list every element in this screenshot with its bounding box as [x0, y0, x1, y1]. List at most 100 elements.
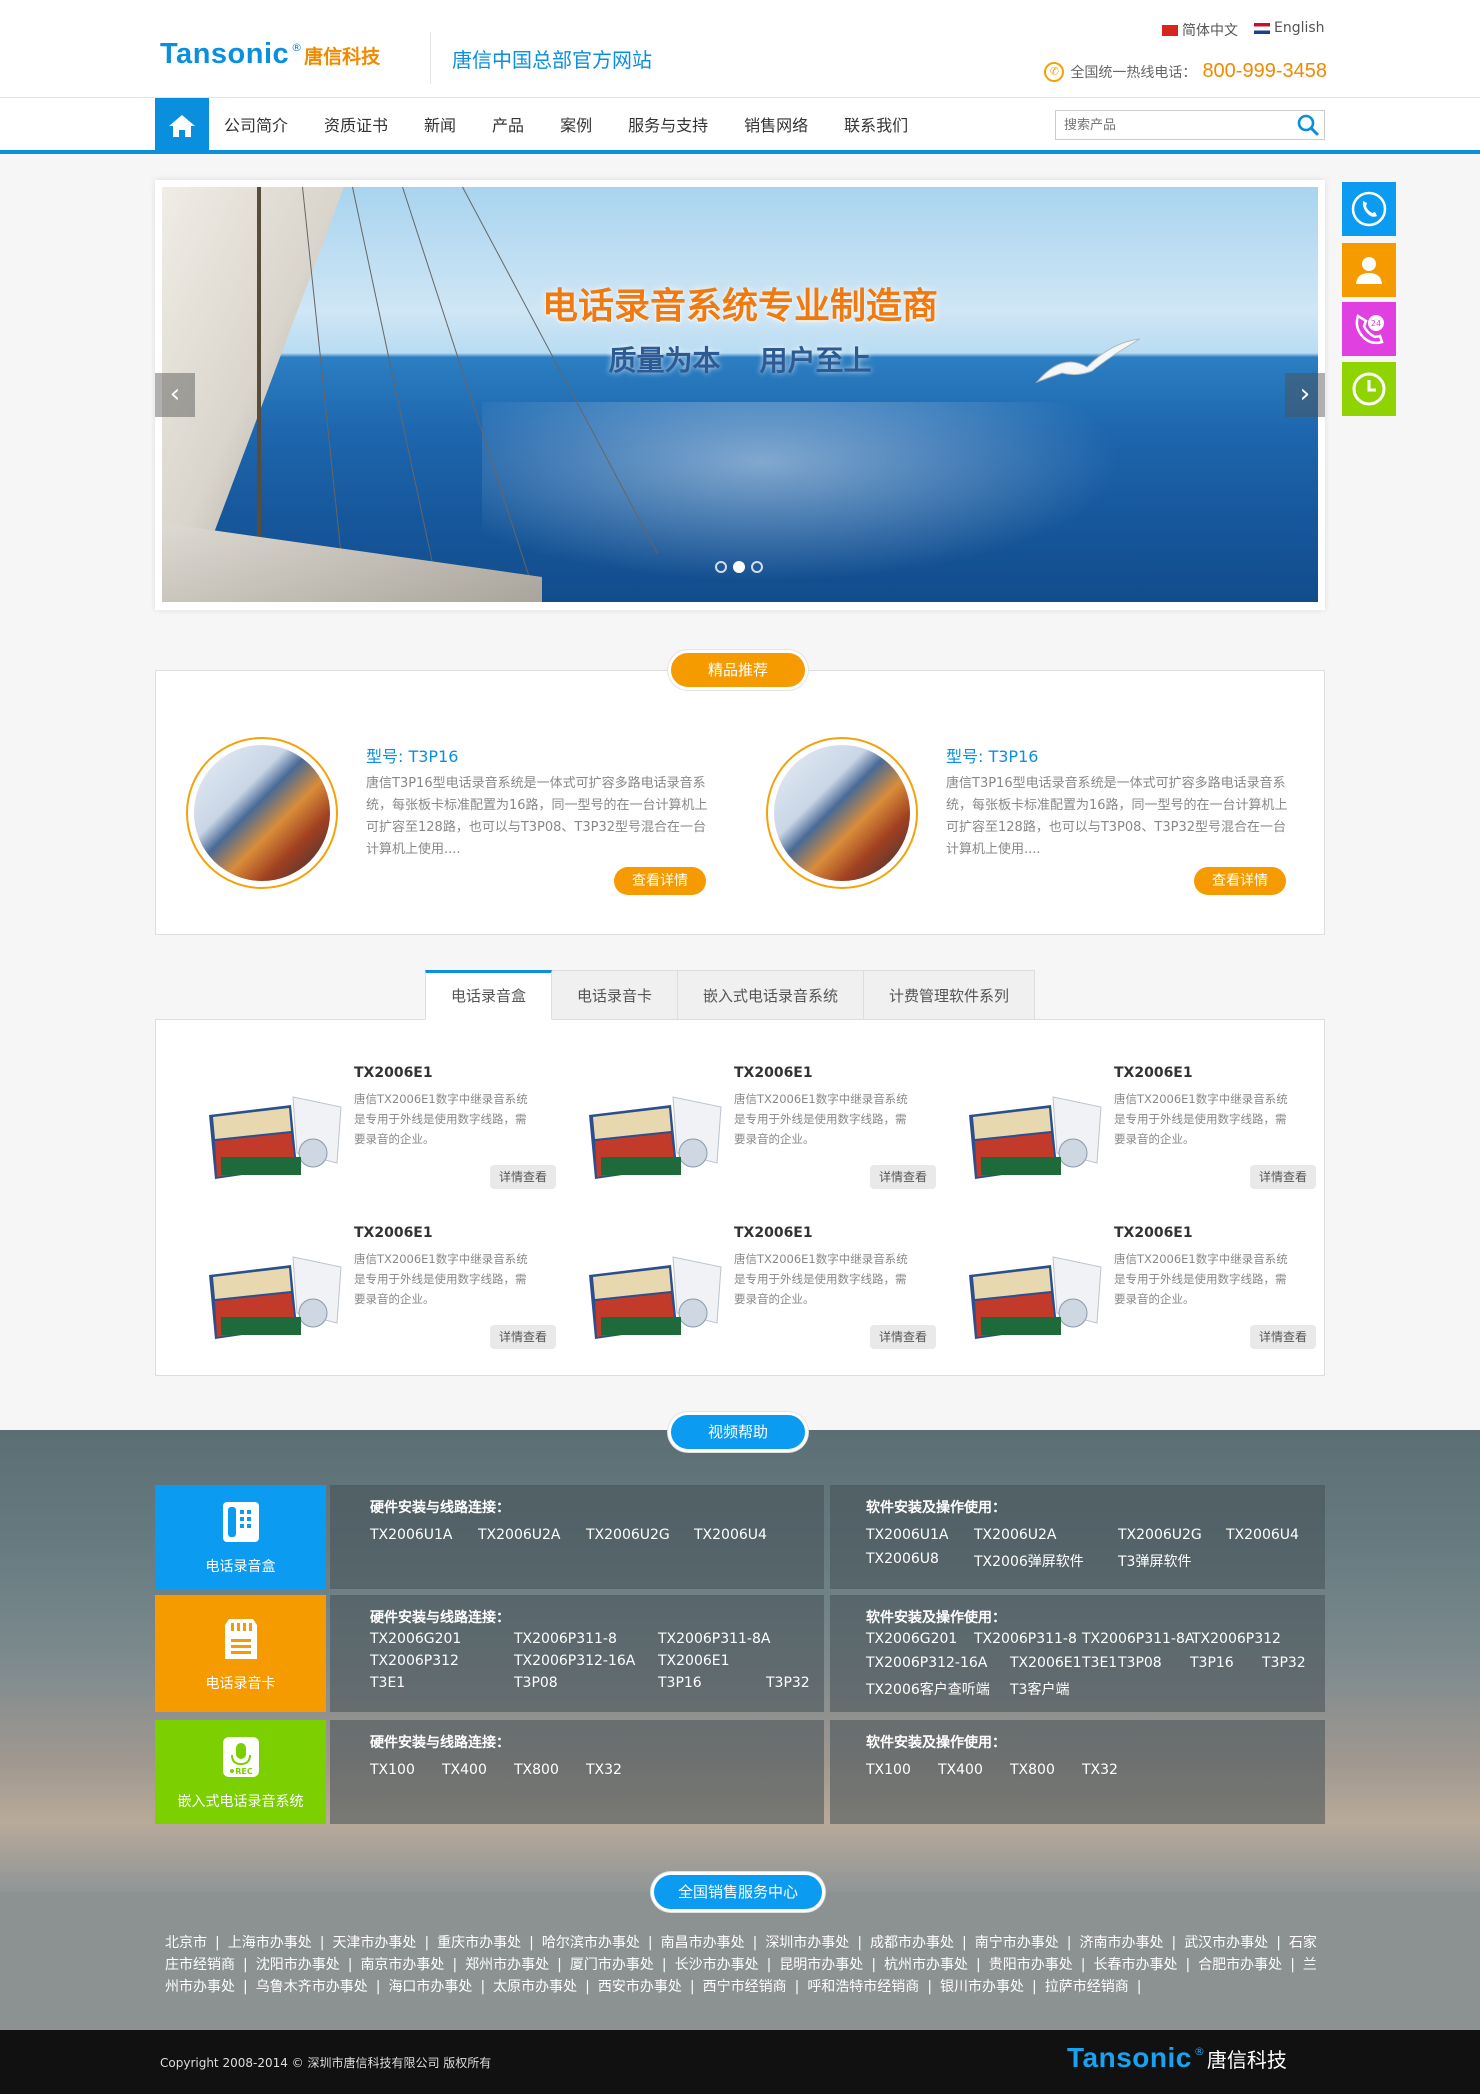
sales-office-link[interactable]: 南宁市办事处	[975, 1935, 1059, 1951]
product-box-image[interactable]	[581, 1247, 731, 1347]
nav-item[interactable]: 新闻	[406, 98, 474, 154]
video-link[interactable]: TX2006E1	[1010, 1655, 1082, 1671]
tab-phone-card[interactable]: 电话录音卡	[552, 970, 679, 1020]
nav-item[interactable]: 产品	[474, 98, 542, 154]
sales-office-link[interactable]: 济南市办事处	[1079, 1935, 1163, 1951]
product-title[interactable]: TX2006E1	[1114, 1065, 1193, 1081]
video-link[interactable]: TX2006U2G	[586, 1527, 670, 1543]
video-link[interactable]: TX400	[442, 1762, 487, 1778]
video-link[interactable]: T3P32	[766, 1675, 810, 1691]
video-link[interactable]: T3P08	[1118, 1655, 1162, 1671]
carousel-dot-active[interactable]	[733, 561, 745, 573]
sales-office-link[interactable]: 长春市办事处	[1093, 1957, 1177, 1973]
tab-embedded-system[interactable]: 嵌入式电话录音系统	[678, 970, 865, 1020]
video-link[interactable]: TX2006P311-8A	[1082, 1631, 1194, 1647]
product-title[interactable]: TX2006E1	[734, 1065, 813, 1081]
video-link[interactable]: TX2006U2A	[974, 1527, 1057, 1543]
video-link[interactable]: TX2006U4	[694, 1527, 767, 1543]
float-24h-button[interactable]: 24	[1342, 302, 1396, 356]
carousel-dot[interactable]	[715, 561, 727, 573]
product-box-image[interactable]	[581, 1087, 731, 1187]
footer-logo[interactable]: Tansonic ® 唐信科技	[1067, 2042, 1287, 2074]
product-box-image[interactable]	[201, 1087, 351, 1187]
video-link[interactable]: TX2006弹屏软件	[974, 1551, 1084, 1571]
product-detail-button[interactable]: 详情查看	[870, 1325, 936, 1349]
sales-office-link[interactable]: 深圳市办事处	[765, 1935, 849, 1951]
video-cat-phone-card[interactable]: 电话录音卡	[155, 1595, 326, 1712]
sales-office-link[interactable]: 天津市办事处	[332, 1935, 416, 1951]
video-link[interactable]: T3弹屏软件	[1118, 1551, 1191, 1571]
video-link[interactable]: TX32	[586, 1762, 622, 1778]
video-link[interactable]: T3P32	[1262, 1655, 1306, 1671]
sales-office-link[interactable]: 沈阳市办事处	[256, 1957, 340, 1973]
tab-billing-software[interactable]: 计费管理软件系列	[864, 970, 1036, 1020]
video-link[interactable]: T3E1	[1082, 1655, 1117, 1671]
sales-office-link[interactable]: 长沙市办事处	[675, 1957, 759, 1973]
sales-office-link[interactable]: 银川市办事处	[940, 1979, 1024, 1995]
product-box-image[interactable]	[201, 1247, 351, 1347]
sales-office-link[interactable]: 哈尔滨市办事处	[542, 1935, 640, 1951]
video-link[interactable]: TX2006P312	[370, 1653, 459, 1669]
video-link[interactable]: TX2006U2G	[1118, 1527, 1202, 1543]
video-cat-phone-box[interactable]: 电话录音盒	[155, 1485, 326, 1589]
sales-office-link[interactable]: 乌鲁木齐市办事处	[256, 1979, 368, 1995]
nav-item[interactable]: 资质证书	[306, 98, 406, 154]
sales-office-link[interactable]: 南京市办事处	[360, 1957, 444, 1973]
video-link[interactable]: T3E1	[370, 1675, 405, 1691]
sales-office-link[interactable]: 合肥市办事处	[1198, 1957, 1282, 1973]
sales-office-link[interactable]: 拉萨市经销商	[1045, 1979, 1129, 1995]
video-link[interactable]: TX2006U4	[1226, 1527, 1299, 1543]
video-link[interactable]: TX2006P312	[1192, 1631, 1281, 1647]
product-box-image[interactable]	[961, 1087, 1111, 1187]
sales-office-link[interactable]: 呼和浩特市经销商	[807, 1979, 919, 1995]
video-link[interactable]: TX2006P311-8A	[658, 1631, 770, 1647]
tab-phone-box[interactable]: 电话录音盒	[425, 970, 553, 1020]
nav-item[interactable]: 联系我们	[826, 98, 926, 154]
product-detail-button[interactable]: 详情查看	[870, 1165, 936, 1189]
video-link[interactable]: TX2006G201	[370, 1631, 461, 1647]
sales-office-link[interactable]: 杭州市办事处	[884, 1957, 968, 1973]
search-input[interactable]	[1056, 111, 1286, 139]
nav-item[interactable]: 公司简介	[206, 98, 306, 154]
product-detail-button[interactable]: 详情查看	[1250, 1165, 1316, 1189]
video-link[interactable]: T3P16	[1190, 1655, 1234, 1671]
lang-cn-link[interactable]: 简体中文	[1162, 20, 1238, 40]
video-link[interactable]: TX2006P311-8	[514, 1631, 617, 1647]
video-link[interactable]: TX100	[370, 1762, 415, 1778]
video-link[interactable]: TX400	[938, 1762, 983, 1778]
float-phone-button[interactable]	[1342, 182, 1396, 236]
product-box-image[interactable]	[961, 1247, 1111, 1347]
sales-office-link[interactable]: 成都市办事处	[870, 1935, 954, 1951]
video-link[interactable]: TX100	[866, 1762, 911, 1778]
nav-item[interactable]: 销售网络	[726, 98, 826, 154]
brand-logo[interactable]: Tansonic ® 唐信科技	[160, 38, 380, 78]
search-icon[interactable]	[1296, 114, 1320, 136]
sales-office-link[interactable]: 郑州市办事处	[465, 1957, 549, 1973]
sales-office-link[interactable]: 北京市	[165, 1935, 207, 1951]
sales-office-link[interactable]: 昆明市办事处	[779, 1957, 863, 1973]
video-link[interactable]: TX2006G201	[866, 1631, 957, 1647]
video-link[interactable]: TX2006E1	[658, 1653, 730, 1669]
product-detail-button[interactable]: 详情查看	[490, 1325, 556, 1349]
product-title[interactable]: TX2006E1	[1114, 1225, 1193, 1241]
product-detail-button[interactable]: 详情查看	[490, 1165, 556, 1189]
video-link[interactable]: TX2006U1A	[370, 1527, 453, 1543]
featured-product-image[interactable]	[186, 737, 338, 889]
video-link[interactable]: TX32	[1082, 1762, 1118, 1778]
featured-model[interactable]: 型号: T3P16	[366, 743, 458, 767]
carousel-next-button[interactable]: ›	[1285, 373, 1325, 417]
sales-office-link[interactable]: 上海市办事处	[228, 1935, 312, 1951]
sales-office-link[interactable]: 海口市办事处	[388, 1979, 472, 1995]
featured-detail-button[interactable]: 查看详情	[1194, 867, 1286, 895]
video-link[interactable]: T3P16	[658, 1675, 702, 1691]
sales-office-link[interactable]: 厦门市办事处	[570, 1957, 654, 1973]
video-link[interactable]: TX2006U8	[866, 1551, 939, 1567]
video-link[interactable]: TX2006P311-8	[974, 1631, 1077, 1647]
sales-office-link[interactable]: 贵阳市办事处	[989, 1957, 1073, 1973]
sales-office-link[interactable]: 西宁市经销商	[703, 1979, 787, 1995]
nav-item[interactable]: 案例	[542, 98, 610, 154]
sales-office-link[interactable]: 重庆市办事处	[437, 1935, 521, 1951]
carousel-dot[interactable]	[751, 561, 763, 573]
featured-model[interactable]: 型号: T3P16	[946, 743, 1038, 767]
video-link[interactable]: T3P08	[514, 1675, 558, 1691]
